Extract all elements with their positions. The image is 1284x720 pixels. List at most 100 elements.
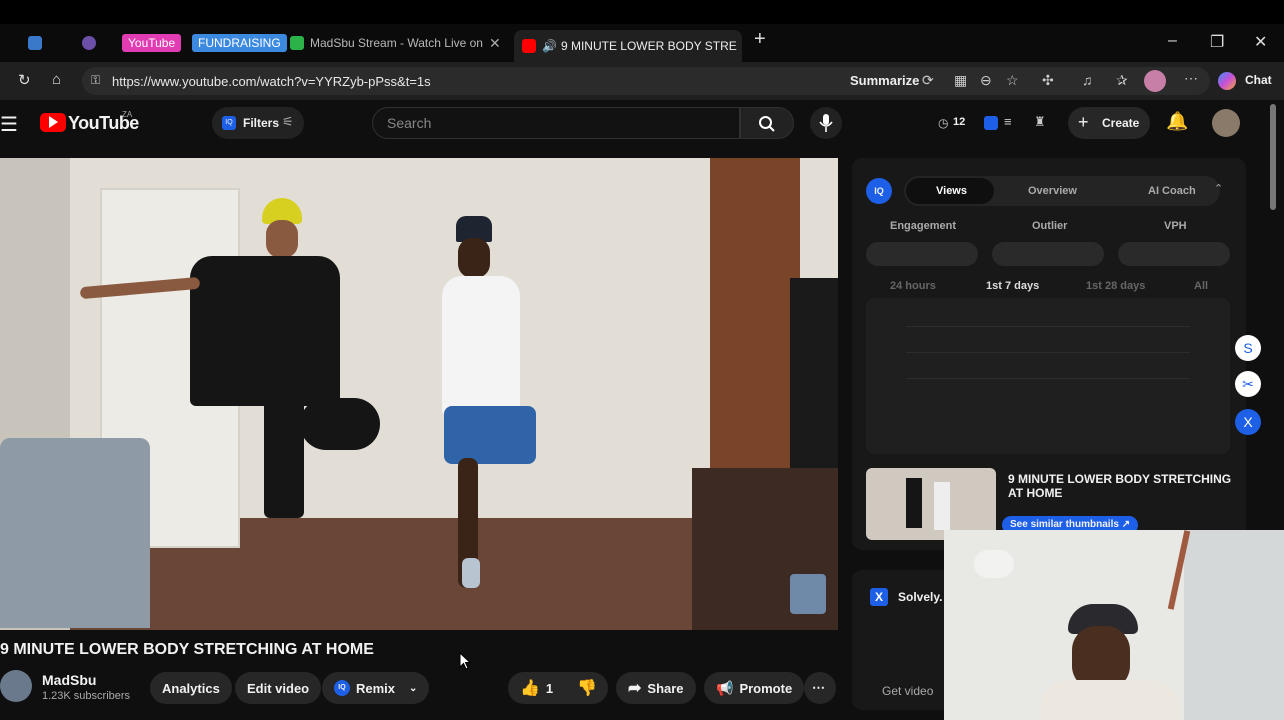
- range-first-28-days[interactable]: 1st 28 days: [1086, 280, 1145, 292]
- puzzle-icon[interactable]: ✣: [1042, 72, 1054, 89]
- person-right-tank: [442, 276, 520, 416]
- outlier-value: [992, 242, 1104, 266]
- plus-icon: +: [1078, 112, 1089, 132]
- tab-title: 9 MINUTE LOWER BODY STRE: [560, 39, 737, 53]
- related-video-title[interactable]: 9 MINUTE LOWER BODY STRETCHING AT HOME: [1008, 472, 1238, 500]
- subscriber-count: 1.23K subscribers: [42, 690, 131, 702]
- extension-icon[interactable]: ⟳: [922, 72, 934, 89]
- reader-icon[interactable]: ▦: [954, 72, 967, 89]
- channel-avatar[interactable]: [0, 670, 32, 702]
- metric-vph: VPH: [1164, 220, 1187, 232]
- menu-icon[interactable]: ☰: [0, 112, 18, 137]
- edit-video-button[interactable]: Edit video: [235, 672, 322, 704]
- site-icon: [28, 36, 42, 50]
- range-24-hours[interactable]: 24 hours: [890, 280, 936, 292]
- tab-fundraising-group[interactable]: FUNDRAISING: [192, 30, 287, 56]
- range-all[interactable]: All: [1194, 280, 1208, 292]
- video-player[interactable]: [0, 158, 838, 630]
- close-icon[interactable]: ✕: [489, 35, 501, 52]
- favorite-icon[interactable]: ☆: [1006, 72, 1019, 89]
- media-icon[interactable]: ♫: [1082, 72, 1093, 88]
- zoom-icon[interactable]: ⊖: [980, 72, 992, 89]
- search-input[interactable]: Search: [372, 107, 740, 139]
- restore-icon[interactable]: ❐: [1210, 32, 1224, 52]
- tab-pinned-1[interactable]: [28, 30, 48, 56]
- tab-title: MadSbu Stream - Watch Live on: [310, 36, 483, 50]
- get-video-label[interactable]: Get video: [882, 684, 933, 698]
- more-horizontal-icon: ⋯: [812, 680, 825, 695]
- streak-count: 12: [953, 116, 966, 128]
- trophy-icon[interactable]: ♜: [1034, 114, 1046, 130]
- site-info-icon[interactable]: ⚿: [91, 73, 100, 88]
- tab-ai-coach[interactable]: AI Coach: [1148, 185, 1196, 197]
- tab-youtube-group[interactable]: YouTube: [122, 30, 182, 56]
- promote-button[interactable]: 📢 Promote: [704, 672, 805, 704]
- collections-icon[interactable]: ✰: [1116, 72, 1128, 89]
- vph-value: [1118, 242, 1230, 266]
- range-first-7-days[interactable]: 1st 7 days: [986, 280, 1039, 292]
- person-left-torso: [190, 256, 340, 406]
- analytics-button[interactable]: Analytics: [150, 672, 232, 704]
- s-extension-icon[interactable]: S: [1235, 335, 1261, 361]
- like-count: 1: [545, 680, 554, 696]
- solvely-label: Solvely.: [898, 590, 943, 604]
- tab-overview[interactable]: Overview: [1028, 185, 1077, 197]
- chat-button[interactable]: Chat: [1245, 73, 1272, 87]
- home-icon[interactable]: ⌂: [52, 71, 61, 88]
- analytics-label: Analytics: [162, 680, 220, 696]
- notifications-icon[interactable]: 🔔: [1166, 111, 1188, 132]
- browser-address-bar: ↻ ⌂ ⚿ https://www.youtube.com/watch?v=YY…: [0, 62, 1284, 100]
- search-placeholder: Search: [387, 115, 432, 131]
- create-button[interactable]: + Create: [1068, 107, 1150, 139]
- iq-icon: IQ: [222, 116, 236, 130]
- list-icon[interactable]: ≡: [1004, 114, 1012, 129]
- youtube-header: ☰ YouTube ZA IQ Filters ⚟ Search ◷ 12 ≡ …: [0, 100, 1284, 150]
- browser-tab-bar: YouTube FUNDRAISING MadSbu Stream - Watc…: [0, 24, 1284, 62]
- close-window-icon[interactable]: ✕: [1254, 32, 1267, 52]
- reload-icon[interactable]: ↻: [18, 71, 31, 89]
- remix-button[interactable]: IQ Remix ⌄: [322, 672, 430, 704]
- minimize-icon[interactable]: –: [1168, 32, 1177, 50]
- profile-avatar[interactable]: [1144, 70, 1166, 92]
- person-right-shorts: [444, 406, 536, 464]
- vidiq-icon[interactable]: [984, 116, 998, 130]
- country-code: ZA: [122, 110, 133, 119]
- voice-search-button[interactable]: [810, 107, 842, 139]
- share-button[interactable]: ➦ Share: [616, 672, 696, 704]
- tab-active-video[interactable]: 🔊9 MINUTE LOWER BODY STRE✕: [514, 30, 742, 62]
- filters-button[interactable]: IQ Filters ⚟: [212, 107, 304, 139]
- search-button[interactable]: [740, 107, 794, 139]
- megaphone-icon: 📢: [716, 679, 734, 696]
- speaker-icon[interactable]: 🔊: [542, 39, 557, 53]
- more-icon[interactable]: ⋯: [1184, 70, 1198, 87]
- youtube-logo-icon[interactable]: [40, 113, 66, 132]
- more-actions-button[interactable]: ⋯: [804, 672, 836, 704]
- views-chart-area: [866, 298, 1230, 454]
- scrollbar-thumb[interactable]: [1270, 104, 1276, 210]
- account-avatar[interactable]: [1212, 109, 1240, 137]
- panel-tab-group: Views Overview AI Coach: [904, 176, 1220, 206]
- channel-name[interactable]: MadSbu: [42, 672, 96, 688]
- copilot-icon[interactable]: [1218, 72, 1236, 90]
- tab-madsbu-stream[interactable]: MadSbu Stream - Watch Live on ✕: [290, 30, 508, 56]
- create-label: Create: [1102, 116, 1140, 130]
- screen-top-strip: [0, 0, 1284, 24]
- like-icon[interactable]: 👍: [520, 678, 540, 698]
- search-icon: [759, 116, 775, 132]
- webcam-person-shirt: [1040, 680, 1180, 720]
- channel-watermark[interactable]: [790, 574, 826, 614]
- like-dislike-group: 👍 1 👎: [508, 672, 608, 704]
- engagement-value: [866, 242, 978, 266]
- solvely-side-icon[interactable]: X: [1235, 409, 1261, 435]
- url-field[interactable]: ⚿ https://www.youtube.com/watch?v=YYRZyb…: [82, 67, 1210, 95]
- scissors-icon[interactable]: ✂: [1235, 371, 1261, 397]
- collapse-icon[interactable]: ⌃: [1214, 182, 1223, 195]
- tab-pinned-2[interactable]: [82, 30, 102, 56]
- clock-icon[interactable]: ◷: [938, 116, 948, 130]
- video-title: 9 MINUTE LOWER BODY STRETCHING AT HOME: [0, 641, 374, 658]
- person-right-head: [458, 238, 490, 278]
- summarize-button[interactable]: Summarize: [850, 73, 919, 88]
- share-label: Share: [647, 680, 684, 696]
- new-tab-icon[interactable]: +: [754, 28, 766, 51]
- dislike-icon[interactable]: 👎: [577, 678, 597, 698]
